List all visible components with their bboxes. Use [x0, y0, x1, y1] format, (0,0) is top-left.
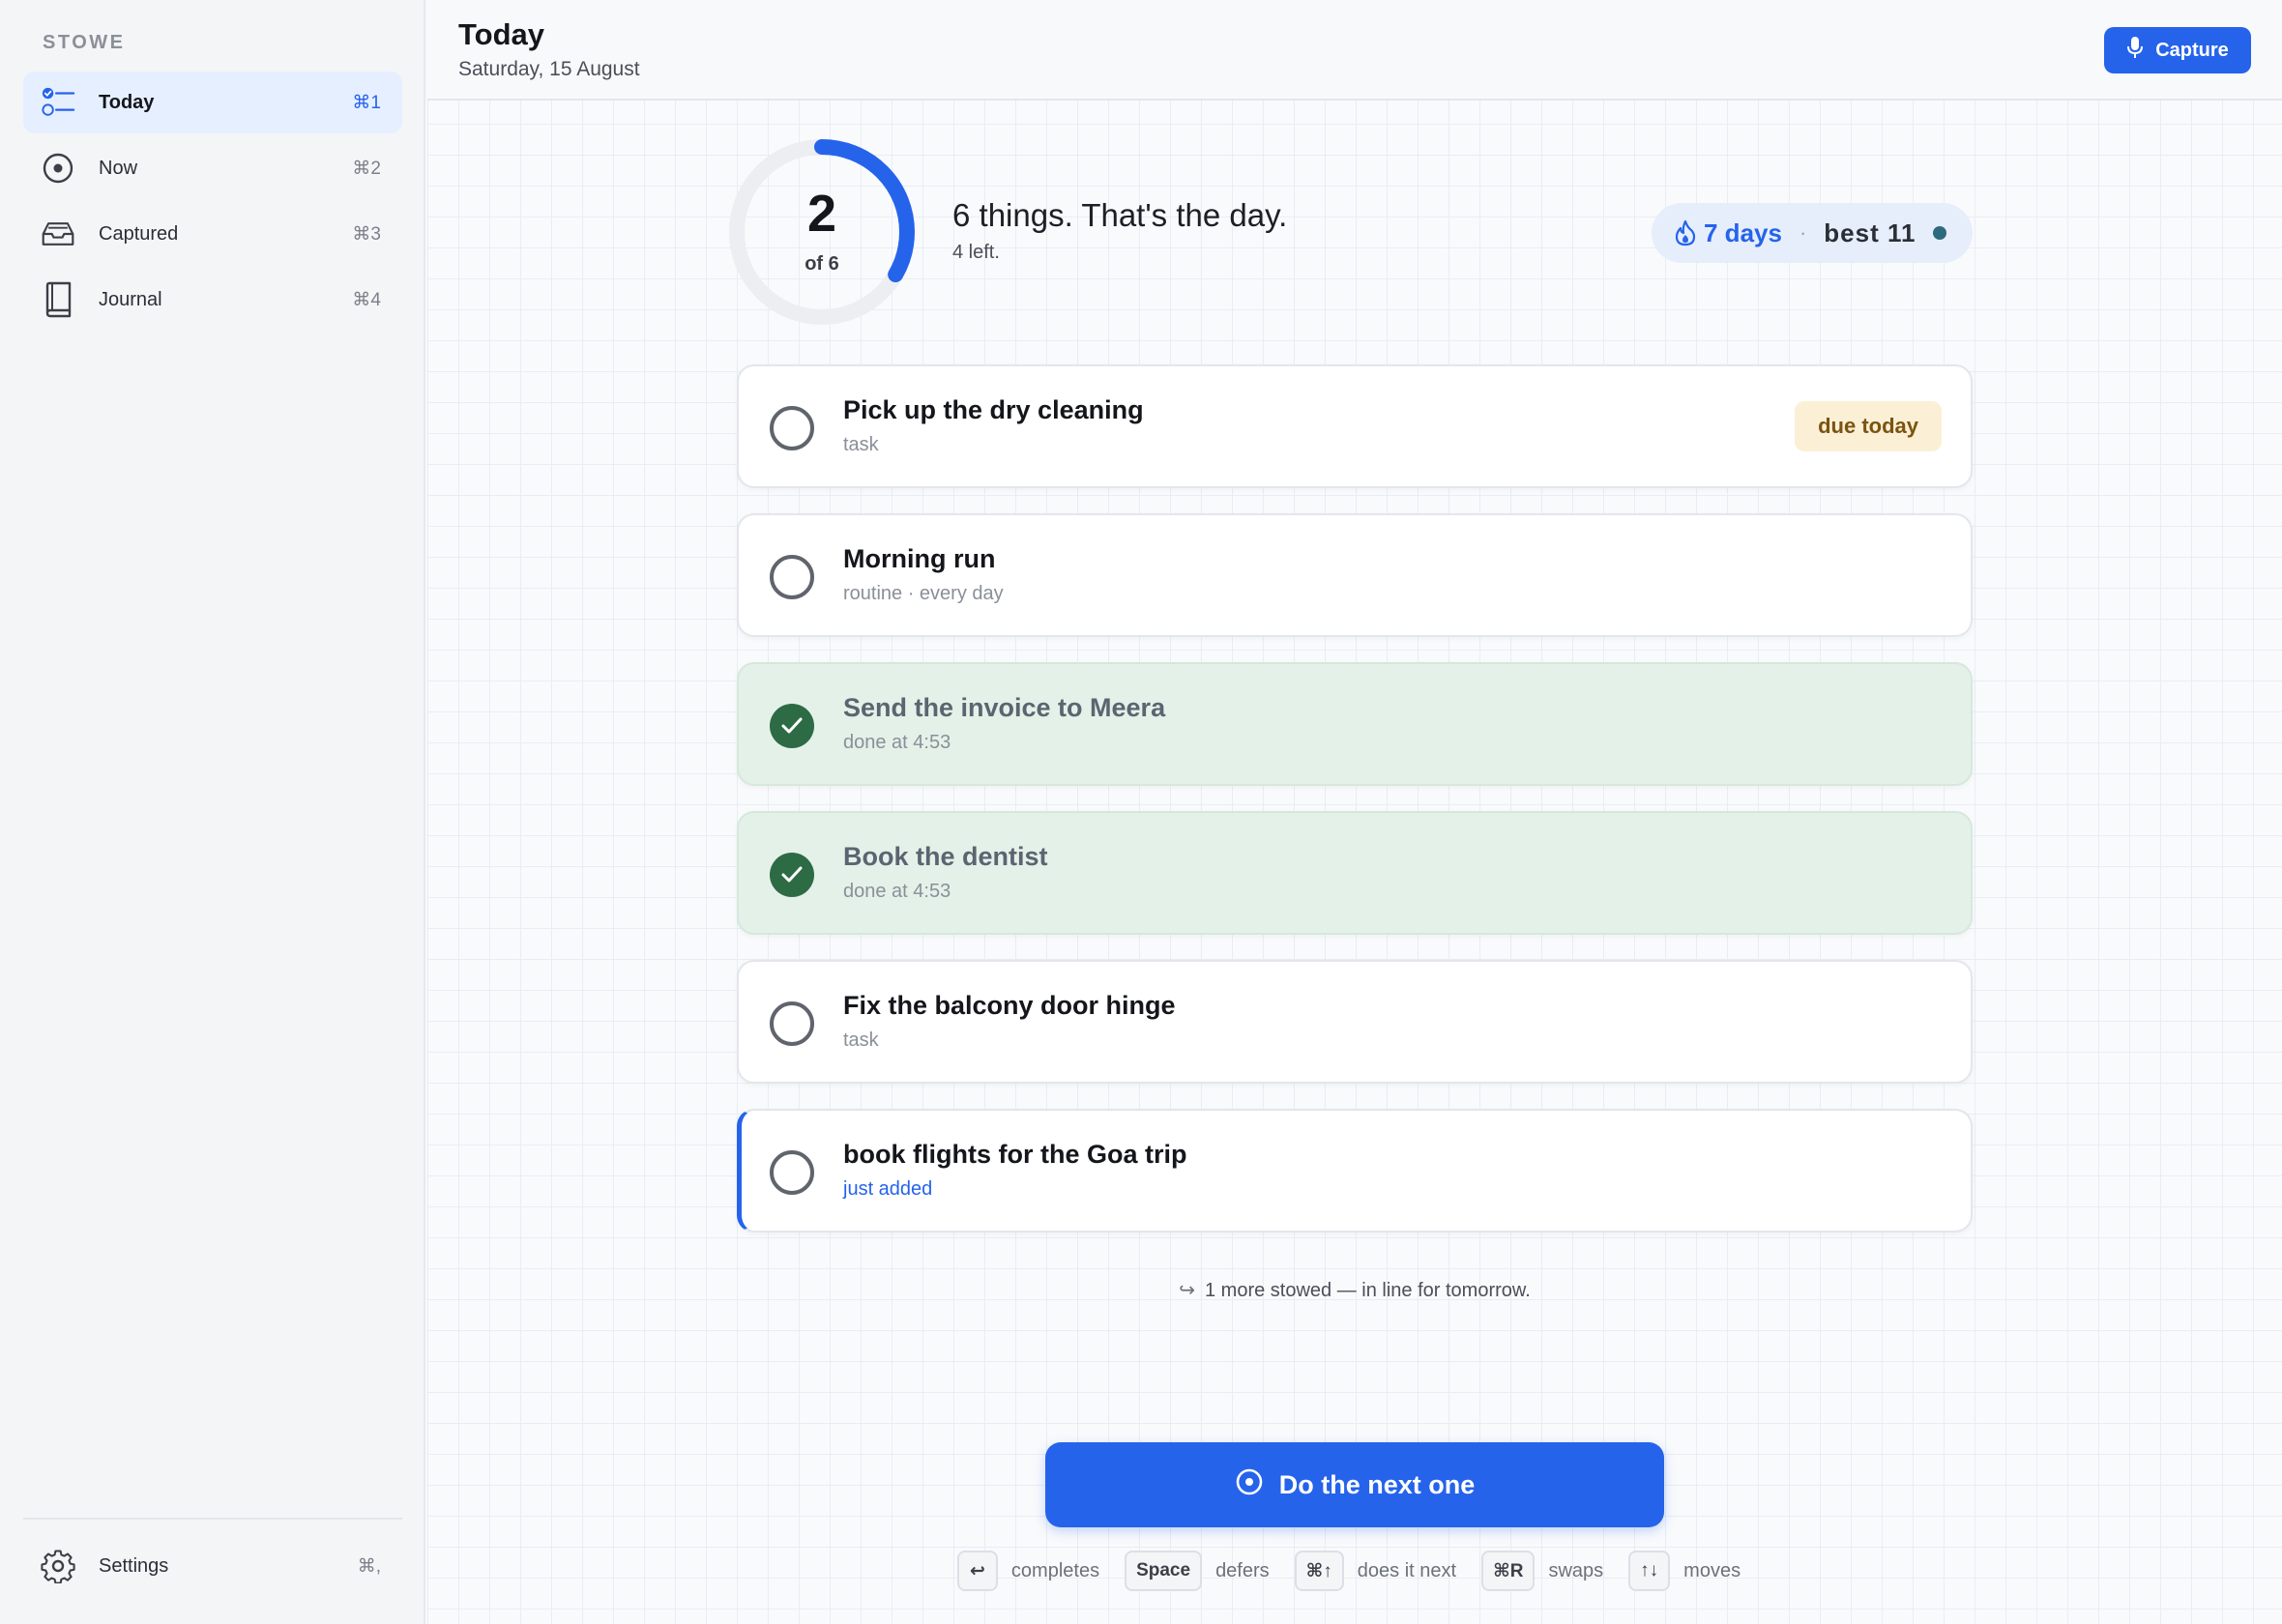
- target-icon: [1235, 1467, 1264, 1503]
- streak-best: best 11: [1824, 218, 1916, 247]
- task-meta: done at 4:53: [843, 732, 951, 753]
- divider: [23, 1518, 402, 1520]
- sidebar-item-label: Today: [99, 91, 155, 113]
- task-card[interactable]: Fix the balcony door hinge task: [737, 960, 1973, 1084]
- sidebar-item-now[interactable]: Now ⌘2: [23, 137, 402, 199]
- hint-key: ⌘R: [1481, 1551, 1536, 1591]
- sidebar-item-label: Now: [99, 157, 138, 179]
- task-card[interactable]: Morning run routine · every day: [737, 513, 1973, 637]
- checkmark-icon: [781, 717, 803, 734]
- sidebar-item-label: Captured: [99, 222, 179, 245]
- task-title: book flights for the Goa trip: [843, 1140, 1187, 1169]
- task-card-done[interactable]: Book the dentist done at 4:53: [737, 811, 1973, 935]
- task-title: Pick up the dry cleaning: [843, 395, 1144, 424]
- gear-icon: [41, 1549, 75, 1583]
- do-next-button[interactable]: Do the next one: [1045, 1442, 1664, 1527]
- forward-arrow-icon: ↪: [1179, 1280, 1195, 1301]
- microphone-icon: [2126, 36, 2144, 65]
- task-meta: done at 4:53: [843, 881, 951, 902]
- task-card[interactable]: Pick up the dry cleaning task due today: [737, 364, 1973, 488]
- task-checkbox[interactable]: [770, 1150, 814, 1195]
- due-badge: due today: [1795, 401, 1942, 451]
- task-list: Pick up the dry cleaning task due today …: [737, 364, 1973, 1258]
- hint-text: completes: [1010, 1559, 1100, 1581]
- sidebar-nav: Today ⌘1 Now ⌘2 Captured ⌘3 Journal ⌘4: [23, 72, 402, 334]
- sidebar-item-today[interactable]: Today ⌘1: [23, 72, 402, 133]
- task-meta: routine · every day: [843, 583, 1004, 604]
- app-brand: STOWE: [43, 32, 126, 53]
- task-title: Send the invoice to Meera: [843, 693, 1166, 722]
- hint-text: swaps: [1548, 1559, 1604, 1581]
- capture-button[interactable]: Capture: [2104, 27, 2251, 73]
- book-icon: [41, 281, 75, 318]
- shortcut-hint: ⌘2: [352, 158, 381, 179]
- total-count: of 6: [805, 253, 839, 275]
- target-icon: [41, 151, 75, 186]
- page-date: Saturday, 15 August: [458, 58, 640, 80]
- task-checkbox[interactable]: [770, 406, 814, 450]
- page-header: Today Saturday, 15 August Capture: [427, 0, 2282, 101]
- settings-label: Settings: [99, 1554, 169, 1577]
- streak-separator: ·: [1799, 220, 1807, 245]
- task-card-new[interactable]: book flights for the Goa trip just added: [737, 1109, 1973, 1232]
- task-checkbox[interactable]: [770, 1001, 814, 1046]
- hint-key: ↩: [956, 1551, 998, 1591]
- flame-icon: [1675, 219, 1696, 246]
- hint-key: ⌘↑: [1294, 1551, 1344, 1591]
- task-title: Book the dentist: [843, 842, 1048, 871]
- shortcut-hint: ⌘3: [352, 223, 381, 245]
- checkmark-icon: [781, 866, 803, 883]
- task-checkbox-checked[interactable]: [770, 704, 814, 748]
- hint-key: ↑↓: [1628, 1551, 1671, 1591]
- task-checkbox[interactable]: [770, 555, 814, 599]
- hint-text: does it next: [1357, 1559, 1457, 1581]
- sidebar-item-label: Journal: [99, 288, 162, 310]
- remaining-count: 4 left.: [952, 242, 1000, 263]
- day-summary-title: 6 things. That's the day.: [952, 197, 1288, 233]
- sidebar-item-journal[interactable]: Journal ⌘4: [23, 269, 402, 331]
- shortcut-hint: ⌘,: [357, 1555, 381, 1577]
- task-title: Fix the balcony door hinge: [843, 991, 1176, 1020]
- stowed-note: ↪ 1 more stowed — in line for tomorrow.: [737, 1278, 1973, 1302]
- do-next-label: Do the next one: [1278, 1469, 1476, 1499]
- hint-key: Space: [1125, 1551, 1203, 1591]
- hint-text: moves: [1683, 1559, 1741, 1581]
- checklist-icon: [41, 85, 75, 120]
- shortcut-hint: ⌘4: [352, 289, 381, 310]
- task-card-done[interactable]: Send the invoice to Meera done at 4:53: [737, 662, 1973, 786]
- sidebar-item-settings[interactable]: Settings ⌘,: [23, 1535, 402, 1597]
- streak-days: 7 days: [1704, 218, 1782, 247]
- main-panel: Today Saturday, 15 August Capture 2 of 6…: [427, 0, 2282, 1624]
- task-meta: task: [843, 1030, 879, 1051]
- sidebar: STOWE Today ⌘1 Now ⌘2 Captured ⌘3 Journa…: [0, 0, 425, 1624]
- task-checkbox-checked[interactable]: [770, 853, 814, 897]
- sidebar-item-captured[interactable]: Captured ⌘3: [23, 203, 402, 265]
- inbox-icon: [41, 217, 75, 251]
- status-dot: [1933, 226, 1947, 240]
- task-meta: task: [843, 434, 879, 455]
- page-title: Today: [458, 17, 544, 51]
- hint-text: defers: [1215, 1559, 1270, 1581]
- task-meta: just added: [843, 1178, 933, 1200]
- keyboard-hints: ↩ completes Space defers ⌘↑ does it next…: [737, 1551, 1973, 1591]
- task-title: Morning run: [843, 544, 996, 573]
- stowed-note-text: 1 more stowed — in line for tomorrow.: [1204, 1280, 1531, 1301]
- capture-label: Capture: [2155, 39, 2229, 61]
- shortcut-hint: ⌘1: [352, 92, 381, 113]
- streak-pill: 7 days · best 11: [1652, 203, 1973, 263]
- completed-count: 2: [806, 185, 837, 243]
